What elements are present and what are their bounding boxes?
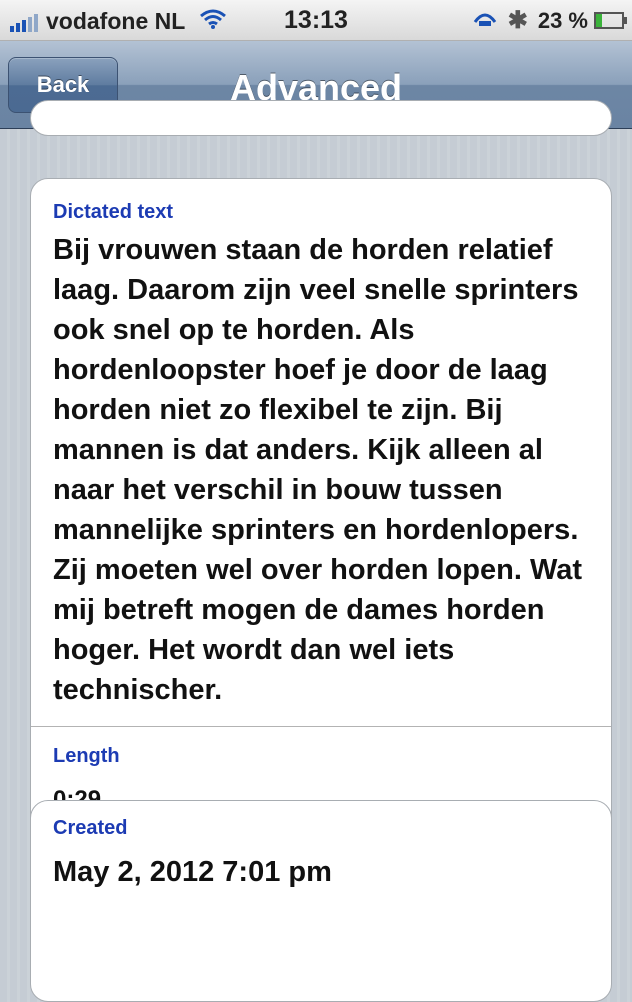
status-bar: vodafone NL 13:13 ✱ 23 % [0,0,632,41]
battery-fill [596,14,602,27]
dictated-text-body: Bij vrouwen staan de horden relatief laa… [53,234,583,706]
length-label: Length [53,745,120,767]
status-right: ✱ 23 % [472,6,627,35]
created-card: Created May 2, 2012 7:01 pm [30,800,612,1002]
battery-percent: 23 % [537,7,588,33]
dictated-text-label: Dictated text [53,201,174,223]
bluetooth-icon: ✱ [507,7,528,34]
created-cell: Created May 2, 2012 7:01 pm [31,801,611,905]
details-card: Dictated text Bij vrouwen staan de horde… [30,178,612,840]
created-value: May 2, 2012 7:01 pm [53,856,332,888]
dictated-text-cell: Dictated text Bij vrouwen staan de horde… [31,179,611,726]
sync-icon [472,8,498,34]
created-label: Created [53,817,128,839]
previous-card [30,100,612,136]
battery-icon [594,12,627,29]
